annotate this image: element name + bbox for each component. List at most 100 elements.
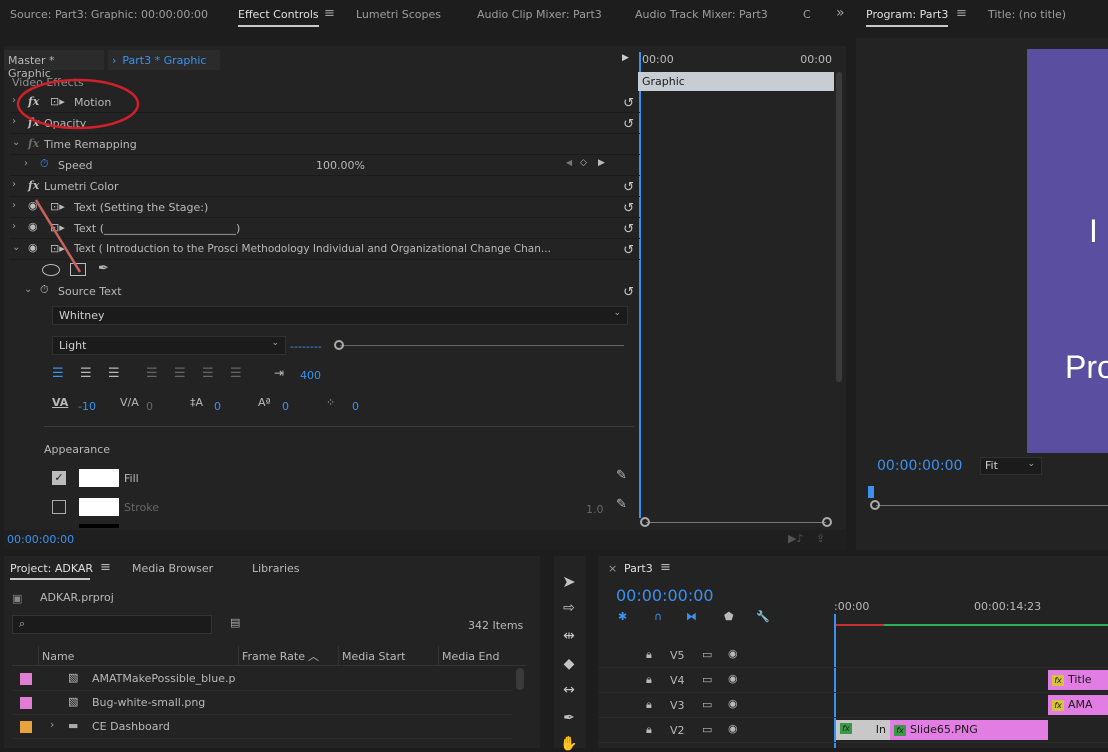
tab-overflow[interactable]: C (803, 8, 811, 21)
tab-title[interactable]: Title: (no title) (988, 8, 1066, 21)
lock-icon[interactable]: 🔒︎ (646, 698, 652, 712)
sequence-tab[interactable]: Part3 (624, 562, 653, 575)
track-select-tool-icon[interactable]: ⇨ (554, 600, 584, 616)
tab-lumetri-scopes[interactable]: Lumetri Scopes (356, 8, 441, 21)
kerning-value[interactable]: 0 (146, 400, 153, 413)
eye-icon[interactable]: ◉ (728, 647, 738, 660)
reset-icon[interactable]: ↺ (623, 117, 634, 132)
column-frame-rate[interactable]: Frame Rate (242, 650, 305, 663)
prev-keyframe-icon[interactable]: ◀ (566, 158, 572, 167)
zoom-handle-left[interactable] (640, 517, 650, 527)
lock-icon[interactable]: 🔒︎ (646, 673, 652, 687)
stroke-eyedropper-icon[interactable]: ✎ (616, 497, 627, 512)
selection-tool-icon[interactable]: ➤ (554, 572, 584, 591)
expand-icon[interactable]: › (50, 718, 54, 731)
font-size-slider[interactable] (334, 340, 624, 350)
next-keyframe-icon[interactable]: ▶ (598, 158, 605, 168)
reset-icon[interactable]: ↺ (623, 180, 634, 195)
label-color-swatch[interactable] (20, 721, 32, 733)
label-color-swatch[interactable] (20, 673, 32, 685)
effect-controls-timecode[interactable]: 00:00:00:00 (7, 533, 74, 546)
clip-slide65[interactable]: fx Slide65.PNG (890, 720, 1048, 740)
tab-libraries[interactable]: Libraries (252, 562, 300, 575)
play-audio-icon[interactable]: ▶♪ (788, 532, 803, 545)
sort-asc-icon[interactable]: ︿ (308, 648, 319, 664)
tab-audio-clip-mixer[interactable]: Audio Clip Mixer: Part3 (477, 8, 602, 21)
reset-icon[interactable]: ↺ (623, 222, 634, 237)
baseline-value[interactable]: 0 (282, 400, 289, 413)
sync-lock-icon[interactable]: ▭ (702, 673, 712, 686)
fill-checkbox[interactable]: ✓ (52, 471, 66, 485)
sync-lock-icon[interactable]: ▭ (702, 698, 712, 711)
leading-value[interactable]: 0 (214, 400, 221, 413)
justify-all-icon[interactable]: ☰ (230, 366, 242, 381)
project-menu-icon[interactable]: ≡ (100, 560, 111, 575)
wrench-icon[interactable]: 🔧 (756, 610, 770, 623)
project-search-input[interactable]: ⌕ (12, 615, 212, 634)
track-row-v2[interactable]: 🔒︎ V2 ▭ ◉ fx In fx Slide65.PNG (598, 718, 1108, 743)
tab-width-value[interactable]: 400 (300, 369, 321, 382)
tab-menu-icon[interactable]: ≡ (324, 6, 335, 21)
pen-tool-icon[interactable]: ✒ (554, 710, 584, 726)
list-item[interactable]: › ▬ CE Dashboard (12, 715, 512, 739)
new-bin-icon[interactable]: ▤ (230, 616, 240, 629)
eye-icon[interactable]: ◉ (728, 697, 738, 710)
time-ruler[interactable] (834, 614, 1108, 626)
clip-ama[interactable]: fx AMA (1048, 695, 1108, 715)
clip-title[interactable]: fx Title (1048, 670, 1108, 690)
timeline-menu-icon[interactable]: ≡ (660, 560, 671, 575)
tab-project[interactable]: Project: ADKAR (10, 562, 93, 575)
justify-left-icon[interactable]: ☰ (146, 366, 158, 381)
track-row-v4[interactable]: 🔒︎ V4 ▭ ◉ fx Title (598, 668, 1108, 693)
mini-timeline-scrollbar[interactable] (640, 516, 832, 528)
tab-program[interactable]: Program: Part3 (866, 8, 949, 27)
program-timecode[interactable]: 00:00:00:00 (877, 458, 962, 474)
column-name[interactable]: Name (42, 650, 74, 663)
nest-icon[interactable]: ✱ (618, 610, 627, 623)
align-left-icon[interactable]: ☰ (52, 366, 64, 381)
speed-value[interactable]: 100.00% (316, 159, 365, 172)
clip-in[interactable]: fx In (836, 720, 890, 740)
eye-icon[interactable]: ◉ (728, 672, 738, 685)
stroke-color-swatch[interactable] (79, 498, 119, 516)
align-center-icon[interactable]: ☰ (80, 366, 92, 381)
reset-icon[interactable]: ↺ (623, 201, 634, 216)
fill-eyedropper-icon[interactable]: ✎ (616, 468, 627, 483)
add-marker-icon[interactable]: ⬟ (724, 610, 734, 623)
program-zoom-bar[interactable] (870, 500, 1108, 512)
font-style-select[interactable]: Light ⌄ (52, 336, 286, 355)
hand-tool-icon[interactable]: ✋ (554, 736, 584, 752)
font-family-select[interactable]: Whitney ⌄ (52, 306, 628, 325)
lock-icon[interactable]: 🔒︎ (646, 648, 652, 662)
close-icon[interactable]: × (608, 562, 617, 575)
tsume-value[interactable]: 0 (352, 400, 359, 413)
add-keyframe-icon[interactable]: ◇ (580, 158, 587, 168)
sync-lock-icon[interactable]: ▭ (702, 648, 712, 661)
justify-center-icon[interactable]: ☰ (174, 366, 186, 381)
snap-icon[interactable]: ∩ (654, 610, 662, 623)
stroke-width-value[interactable]: 1.0 (586, 503, 604, 516)
slider-handle[interactable] (334, 340, 344, 350)
vertical-scrollbar[interactable] (836, 72, 842, 382)
tracking-value[interactable]: -10 (78, 400, 96, 413)
program-playhead[interactable] (868, 486, 874, 498)
track-row-v3[interactable]: 🔒︎ V3 ▭ ◉ fx AMA (598, 693, 1108, 718)
program-menu-icon[interactable]: ≡ (956, 6, 967, 21)
timeline-timecode[interactable]: 00:00:00:00 (616, 586, 714, 605)
reset-icon[interactable]: ↺ (623, 96, 634, 111)
slip-tool-icon[interactable]: ↔ (554, 682, 584, 698)
zoom-handle[interactable] (870, 500, 880, 510)
list-item[interactable]: ▧ Bug-white-small.png (12, 691, 512, 715)
reset-icon[interactable]: ↺ (623, 243, 634, 258)
tab-audio-track-mixer[interactable]: Audio Track Mixer: Part3 (635, 8, 768, 21)
track-row-v5[interactable]: 🔒︎ V5 ▭ ◉ (598, 643, 1108, 668)
zoom-select[interactable]: Fit ⌄ (980, 457, 1042, 475)
tab-effect-controls[interactable]: Effect Controls (238, 8, 319, 27)
tab-source[interactable]: Source: Part3: Graphic: 00:00:00:00 (10, 8, 208, 21)
program-preview[interactable]: I Pro (1027, 49, 1108, 453)
label-color-swatch[interactable] (20, 697, 32, 709)
project-scrollbar[interactable] (516, 668, 524, 690)
sync-lock-icon[interactable]: ▭ (702, 723, 712, 736)
fill-color-swatch[interactable] (79, 469, 119, 487)
tab-media-browser[interactable]: Media Browser (132, 562, 213, 575)
